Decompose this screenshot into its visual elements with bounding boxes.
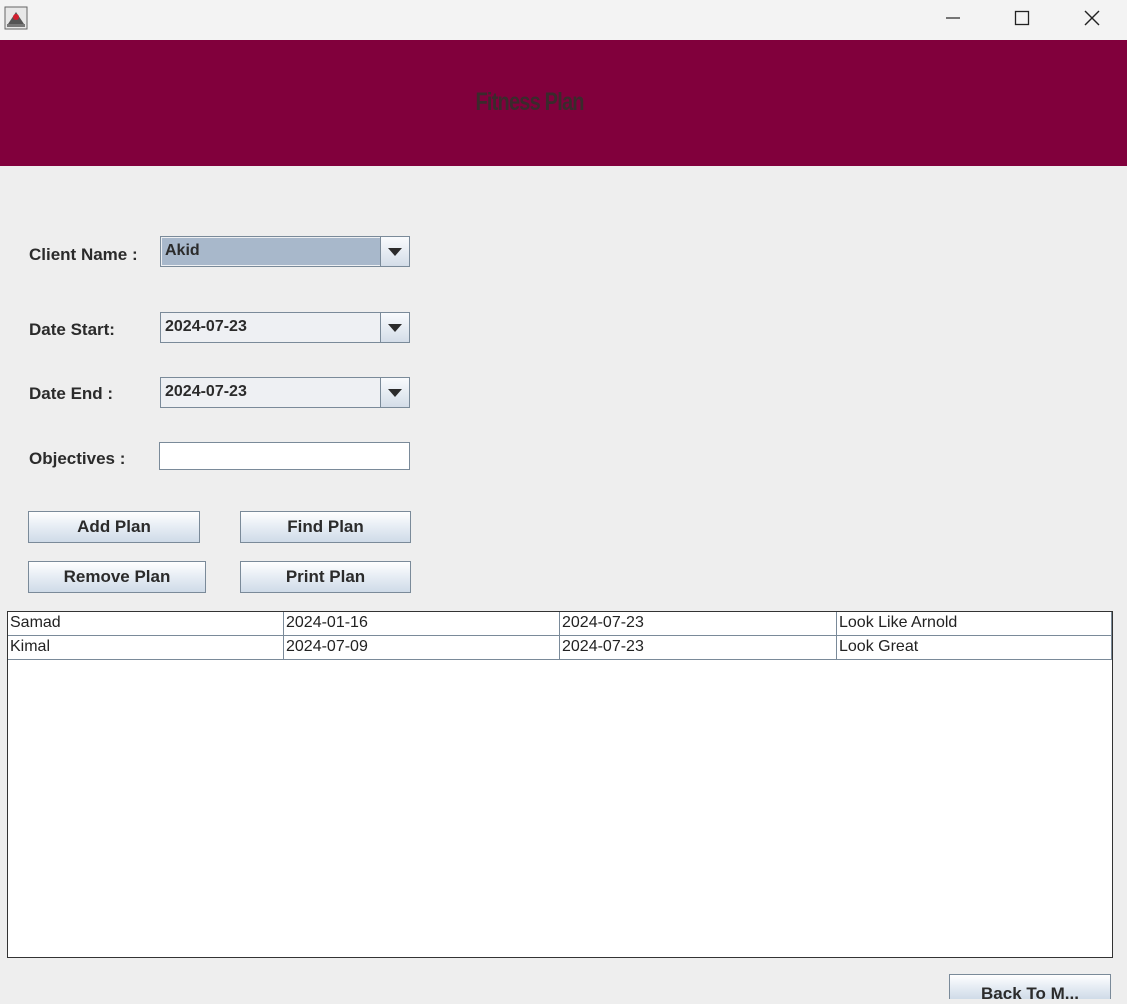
client-name-combo[interactable]: Akid — [160, 236, 410, 267]
table-cell-objective: Look Like Arnold — [837, 612, 1112, 635]
client-dropdown-button[interactable] — [380, 237, 409, 266]
table-cell-objective: Look Great — [837, 636, 1112, 659]
table-cell-end: 2024-07-23 — [560, 636, 837, 659]
close-icon — [1084, 10, 1100, 26]
table-cell-end: 2024-07-23 — [560, 612, 837, 635]
date-start-dropdown-button[interactable] — [380, 313, 409, 342]
maximize-icon — [1014, 10, 1030, 26]
date-end-combo[interactable]: 2024-07-23 — [160, 377, 410, 408]
plans-table[interactable]: Samad 2024-01-16 2024-07-23 Look Like Ar… — [7, 611, 1113, 958]
date-end-dropdown-button[interactable] — [380, 378, 409, 407]
java-app-icon — [4, 6, 28, 30]
table-row[interactable]: Kimal 2024-07-09 2024-07-23 Look Great — [8, 636, 1112, 660]
minimize-icon — [946, 17, 960, 19]
date-end-value: 2024-07-23 — [165, 383, 247, 400]
objectives-input[interactable] — [159, 442, 410, 470]
table-cell-start: 2024-07-09 — [284, 636, 560, 659]
date-end-label: Date End : — [29, 384, 114, 403]
objectives-label: Objectives : — [29, 449, 126, 468]
date-start-value: 2024-07-23 — [165, 318, 247, 335]
date-start-label: Date Start: — [29, 320, 115, 339]
back-to-menu-button[interactable]: Back To M... — [949, 974, 1111, 1003]
table-cell-client: Kimal — [8, 636, 284, 659]
chevron-down-icon — [388, 247, 402, 256]
date-start-combo[interactable]: 2024-07-23 — [160, 312, 410, 343]
window-titlebar — [0, 0, 1127, 40]
add-plan-button[interactable]: Add Plan — [28, 511, 200, 543]
chevron-down-icon — [388, 323, 402, 332]
page-title: Fitness Plan — [475, 88, 584, 116]
chevron-down-icon — [388, 388, 402, 397]
table-cell-start: 2024-01-16 — [284, 612, 560, 635]
print-plan-button[interactable]: Print Plan — [240, 561, 411, 593]
close-button[interactable] — [1057, 0, 1127, 36]
client-name-label: Client Name : — [29, 245, 138, 264]
table-cell-client: Samad — [8, 612, 284, 635]
minimize-button[interactable] — [918, 0, 988, 36]
find-plan-button[interactable]: Find Plan — [240, 511, 411, 543]
client-name-value: Akid — [165, 242, 200, 259]
maximize-button[interactable] — [987, 0, 1057, 36]
table-row[interactable]: Samad 2024-01-16 2024-07-23 Look Like Ar… — [8, 612, 1112, 636]
remove-plan-button[interactable]: Remove Plan — [28, 561, 206, 593]
